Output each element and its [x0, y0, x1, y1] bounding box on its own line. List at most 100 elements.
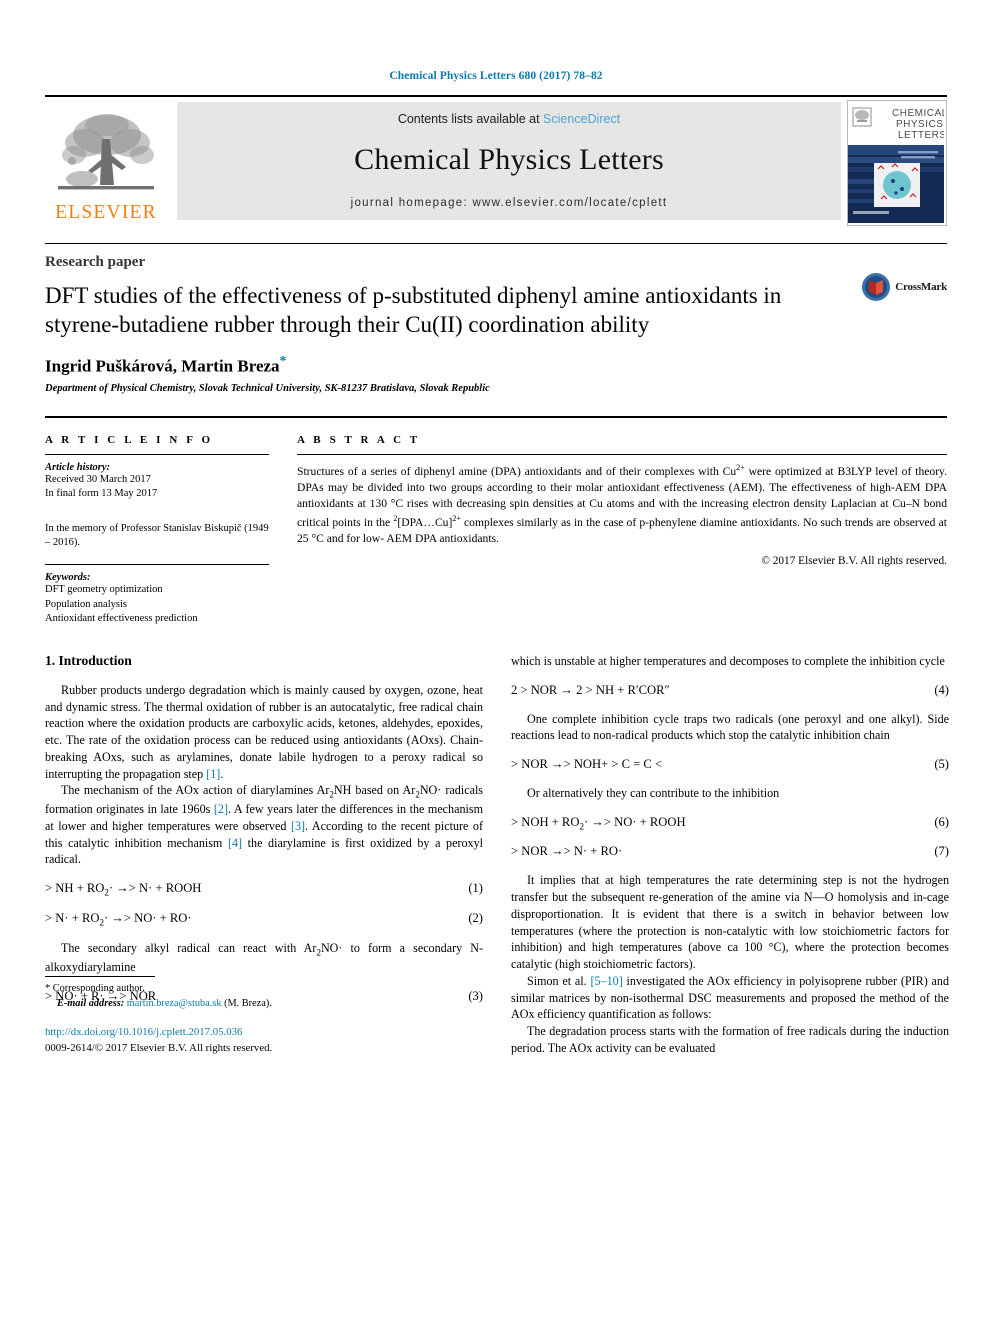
body-columns: 1. Introduction Rubber products undergo … — [45, 653, 949, 1057]
abstract-rule — [297, 453, 947, 455]
paragraph-text: The degradation process starts with the … — [511, 1023, 949, 1055]
abstract-copyright: © 2017 Elsevier B.V. All rights reserved… — [761, 554, 947, 567]
crossmark-badge[interactable]: CrossMark — [861, 272, 947, 302]
abstract-sup-charge2: 2+ — [452, 513, 461, 523]
paragraph: One complete inhibition cycle traps two … — [511, 711, 949, 744]
keyword-item: DFT geometry optimization — [45, 584, 163, 596]
equation-body: > NOR →> NOH+ > C = C < — [511, 757, 663, 772]
title-block: Research paper DFT studies of the effect… — [45, 243, 947, 394]
paper-page: Chemical Physics Letters 680 (2017) 78–8… — [0, 0, 992, 1323]
svg-text:PHYSICS: PHYSICS — [896, 119, 943, 130]
journal-masthead: ELSEVIER Contents lists available at Sci… — [45, 95, 947, 226]
paragraph-text: The secondary alkyl radical can react wi… — [45, 941, 483, 975]
abstract-part: Structures of a series of diphenyl amine… — [297, 464, 737, 478]
issn-copyright-line: 0009-2614/© 2017 Elsevier B.V. All right… — [45, 1041, 273, 1054]
contents-prefix: Contents lists available at — [397, 112, 544, 126]
article-info-column: A R T I C L E I N F O Article history: R… — [45, 434, 297, 627]
journal-title: Chemical Physics Letters — [354, 143, 664, 176]
email-note: E-mail address: martin.breza@stuba.sk (M… — [45, 997, 483, 1012]
citation-link[interactable]: [2] — [214, 802, 228, 816]
equation-body: > NOH + RO2· →> NO· + ROOH — [511, 814, 686, 832]
paragraph-text: It implies that at high temperatures the… — [511, 873, 949, 972]
abstract-heading: A B S T R A C T — [297, 433, 421, 446]
paragraph: which is unstable at higher temperatures… — [511, 653, 949, 670]
journal-cover-thumbnail: CHEMICAL PHYSICS LETTERS — [847, 100, 947, 226]
equation-body: > NH + RO2· →> N· + ROOH — [45, 881, 202, 898]
abstract-part: [DPA…Cu] — [397, 515, 453, 529]
equation-number: (2) — [468, 910, 483, 925]
equation-number: (4) — [934, 682, 949, 697]
doi-link[interactable]: http://dx.doi.org/10.1016/j.cplett.2017.… — [45, 1025, 483, 1041]
equation-number: (1) — [468, 881, 483, 896]
equation-number: (7) — [934, 844, 949, 859]
crossmark-icon — [862, 273, 891, 301]
equation-5: > NOR →> NOH+ > C = C < (5) — [511, 757, 949, 772]
paragraph-text: Rubber products undergo degradation whic… — [45, 682, 483, 781]
citation-link[interactable]: [3] — [291, 819, 305, 833]
paragraph-text: One complete inhibition cycle traps two … — [511, 711, 949, 743]
email-label: E-mail address: — [57, 998, 125, 1010]
citation-link[interactable]: [1] — [206, 767, 220, 781]
author-names: Ingrid Puškárová, Martin Breza — [45, 356, 280, 376]
corresponding-author-note: * Corresponding author. — [45, 982, 483, 997]
paragraph-text: which is unstable at higher temperatures… — [511, 653, 945, 668]
article-history-received: Received 30 March 2017 — [45, 473, 151, 485]
journal-cover-image: CHEMICAL PHYSICS LETTERS — [848, 101, 946, 223]
paragraph: Rubber products undergo degradation whic… — [45, 682, 483, 782]
equation-2: > N· + RO2· →> NO· + RO· (2) — [45, 911, 483, 928]
equation-number: (5) — [934, 757, 949, 772]
svg-text:CHEMICAL: CHEMICAL — [892, 108, 944, 119]
author-list: Ingrid Puškárová, Martin Breza* — [45, 354, 947, 377]
equation-body: > NOR →> N· + RO· — [511, 844, 623, 859]
memorial-note: In the memory of Professor Stanislav Bis… — [45, 522, 269, 548]
sciencedirect-link[interactable]: ScienceDirect — [543, 112, 620, 126]
keyword-item: Population analysis — [45, 598, 127, 610]
paragraph: Simon et al. [5–10] investigated the AOx… — [511, 973, 949, 1023]
elsevier-tree-icon — [58, 113, 154, 189]
paragraph-text: Simon et al. [5–10] investigated the AOx… — [511, 973, 949, 1022]
paragraph: The secondary alkyl radical can react wi… — [45, 940, 483, 976]
paragraph: The degradation process starts with the … — [511, 1023, 949, 1056]
article-history-label: Article history: — [45, 461, 111, 473]
running-head: Chemical Physics Letters 680 (2017) 78–8… — [389, 70, 603, 82]
keywords-label: Keywords: — [45, 572, 91, 584]
svg-text:LETTERS: LETTERS — [898, 130, 944, 141]
elsevier-logo: ELSEVIER — [45, 102, 167, 222]
section-heading-introduction: 1. Introduction — [45, 652, 132, 668]
equation-6: > NOH + RO2· →> NO· + ROOH (6) — [511, 815, 949, 832]
article-type-label: Research paper — [45, 254, 146, 270]
elsevier-wordmark: ELSEVIER — [55, 201, 157, 223]
email-link[interactable]: martin.breza@stuba.sk — [127, 998, 222, 1009]
article-info-rule-mid — [45, 564, 269, 566]
paragraph: Or alternatively they can contribute to … — [511, 785, 949, 802]
equation-7: > NOR →> N· + RO· (7) — [511, 844, 949, 859]
equation-number: (6) — [934, 814, 949, 829]
paragraph-text: The mechanism of the AOx action of diary… — [45, 783, 484, 867]
abstract-text: Structures of a series of diphenyl amine… — [297, 462, 947, 548]
paragraph: The mechanism of the AOx action of diary… — [45, 782, 483, 868]
equation-4: 2 > NOR → 2 > NH + R′COR″ (4) — [511, 683, 949, 698]
abstract-sup-charge: 2+ — [736, 462, 745, 472]
paragraph-text: Or alternatively they can contribute to … — [527, 786, 780, 801]
corresponding-author-marker: * — [279, 353, 287, 369]
equation-1: > NH + RO2· →> N· + ROOH (1) — [45, 881, 483, 898]
email-suffix: (M. Breza). — [224, 998, 272, 1010]
footnote-area: * Corresponding author. E-mail address: … — [45, 976, 483, 1056]
footnote-text: Corresponding author. — [52, 983, 145, 995]
left-column: 1. Introduction Rubber products undergo … — [45, 653, 483, 1057]
crossmark-label: CrossMark — [895, 281, 947, 293]
contents-available-line: Contents lists available at ScienceDirec… — [177, 102, 841, 126]
paragraph: It implies that at high temperatures the… — [511, 872, 949, 972]
keyword-item: Antioxidant effectiveness prediction — [45, 613, 198, 625]
equation-body: > N· + RO2· →> NO· + RO· — [45, 910, 192, 928]
journal-band: Contents lists available at ScienceDirec… — [177, 102, 841, 220]
article-info-heading: A R T I C L E I N F O — [45, 433, 214, 446]
journal-homepage-link[interactable]: journal homepage: www.elsevier.com/locat… — [177, 197, 841, 209]
right-column: which is unstable at higher temperatures… — [511, 653, 949, 1057]
affiliation: Department of Physical Chemistry, Slovak… — [45, 382, 490, 394]
citation-link[interactable]: [4] — [228, 836, 242, 850]
page-title: DFT studies of the effectiveness of p-su… — [45, 283, 782, 338]
citation-link[interactable]: [5–10] — [591, 974, 623, 988]
article-history-final-form: In final form 13 May 2017 — [45, 488, 158, 500]
